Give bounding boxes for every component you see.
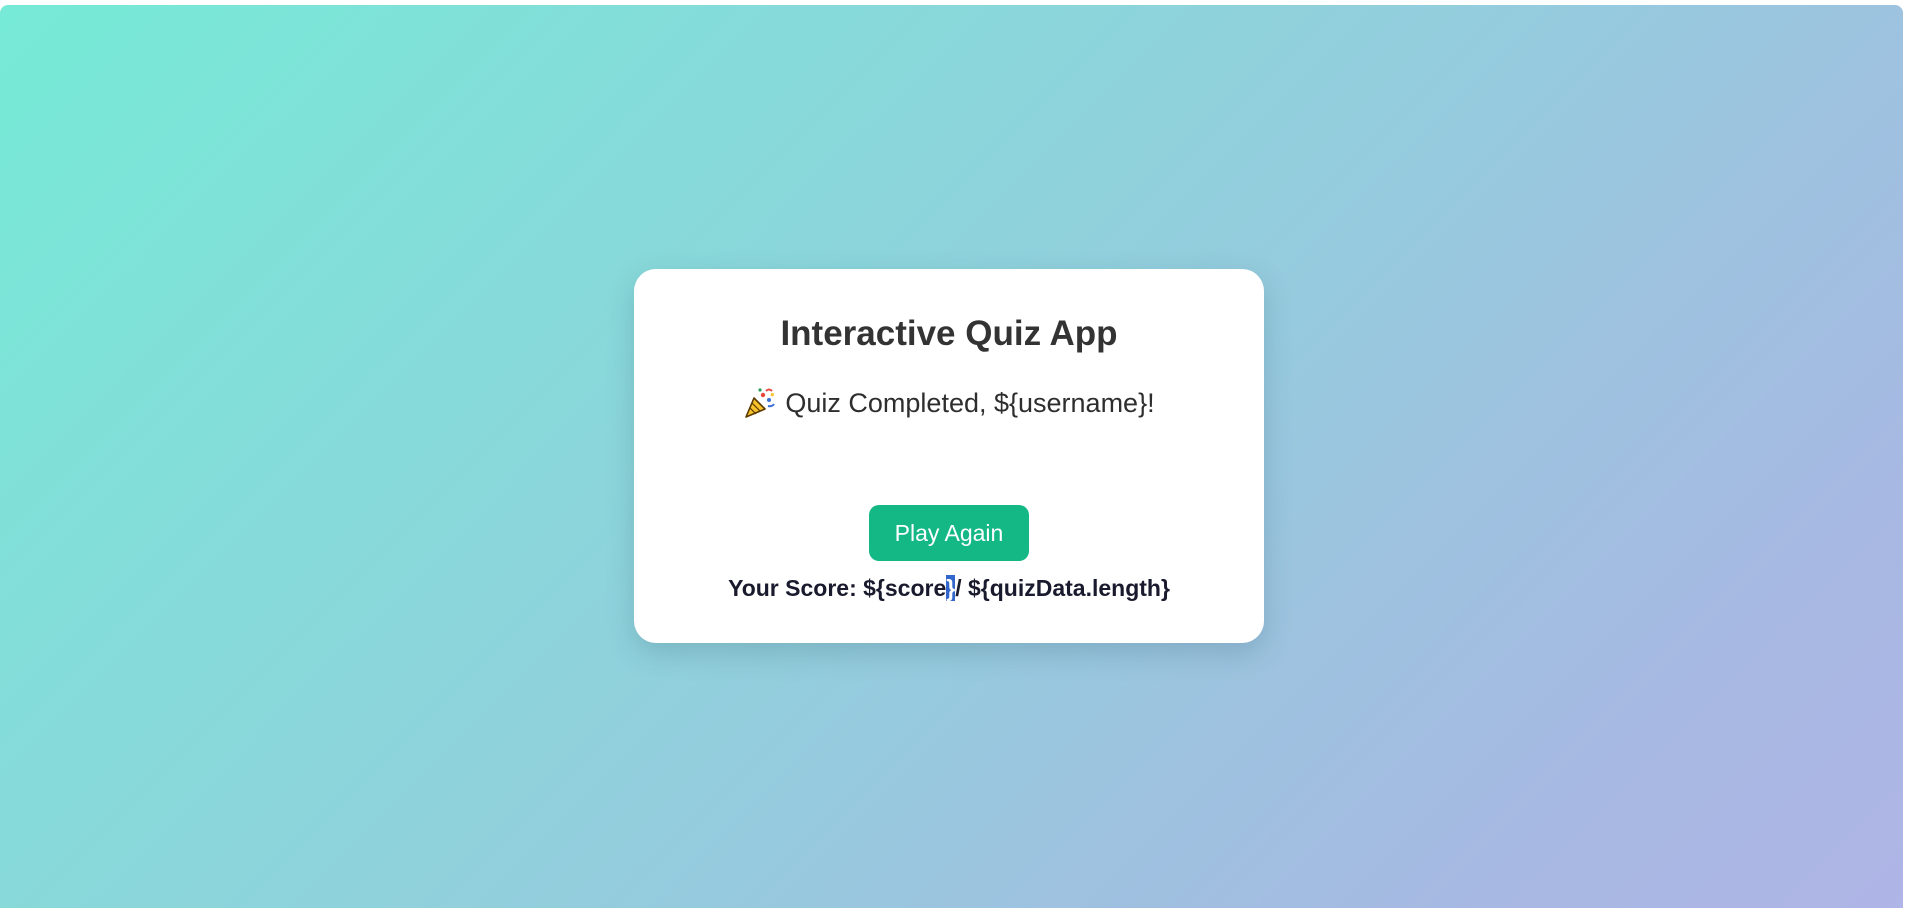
score-selection: } bbox=[946, 575, 956, 601]
page-title: Interactive Quiz App bbox=[780, 314, 1118, 353]
play-again-button[interactable]: Play Again bbox=[869, 505, 1029, 561]
score-prefix: Your Score: ${score bbox=[728, 575, 947, 601]
party-popper-icon bbox=[743, 386, 777, 420]
completion-message: Quiz Completed, ${username}! bbox=[634, 386, 1264, 420]
page-background: Interactive Quiz App Quiz Completed, ${u… bbox=[0, 5, 1903, 908]
score-suffix: / ${quizData.length} bbox=[955, 575, 1170, 601]
score-text: Your Score: ${score}/ ${quizData.length} bbox=[634, 575, 1264, 603]
completion-text: Quiz Completed, ${username}! bbox=[785, 387, 1155, 418]
quiz-card: Interactive Quiz App Quiz Completed, ${u… bbox=[634, 269, 1264, 643]
